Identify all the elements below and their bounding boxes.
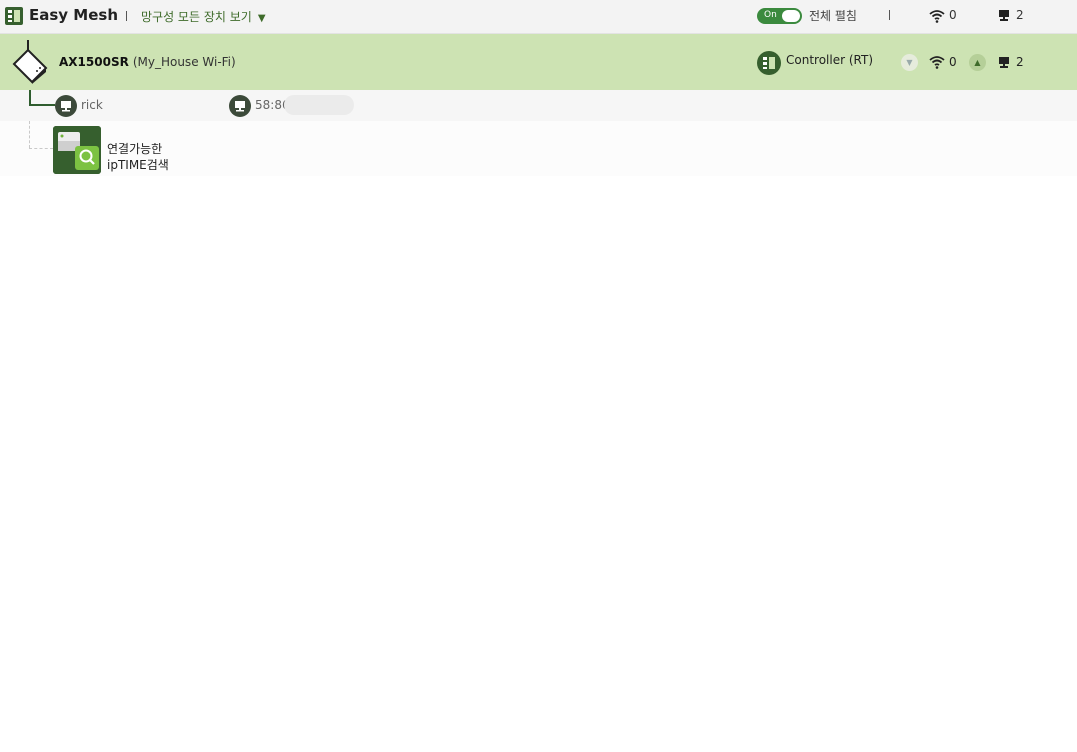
divider bbox=[889, 10, 890, 20]
search-icon[interactable] bbox=[53, 126, 101, 174]
top-bar: Easy Mesh 망구성 모든 장치 보기 ▼ On 전체 펼침 0 2 bbox=[0, 0, 1077, 34]
router-wifi-count: 0 bbox=[949, 55, 957, 69]
router-model: AX1500SR bbox=[59, 55, 129, 69]
expand-all-toggle[interactable]: On bbox=[757, 8, 802, 24]
client-row[interactable] bbox=[0, 90, 1077, 121]
search-available-iptime-button[interactable]: 연결가능한 ipTIME검색 bbox=[107, 141, 169, 173]
easymesh-logo-icon bbox=[5, 7, 23, 25]
toggle-knob bbox=[782, 10, 800, 22]
toggle-state-label: On bbox=[764, 10, 777, 20]
lan-icon bbox=[999, 57, 1009, 68]
search-label-line2: ipTIME검색 bbox=[107, 158, 169, 172]
tree-connector-dashed bbox=[29, 121, 30, 148]
tree-connector bbox=[29, 104, 55, 106]
wifi-icon bbox=[929, 10, 945, 23]
lan-icon bbox=[999, 10, 1009, 21]
divider bbox=[126, 11, 127, 21]
router-row[interactable]: AX1500SR (My_House Wi-Fi) Controller (RT)… bbox=[0, 34, 1077, 90]
router-lan-count: 2 bbox=[1016, 55, 1024, 69]
dropdown-arrow-icon: ▼ bbox=[257, 13, 266, 24]
controller-icon bbox=[757, 51, 781, 75]
router-role: Controller (RT) bbox=[786, 53, 873, 67]
pc-icon bbox=[229, 95, 251, 117]
client-name: rick bbox=[81, 98, 103, 112]
wifi-client-count: 0 bbox=[949, 8, 957, 22]
pc-icon bbox=[55, 95, 77, 117]
lan-client-count: 2 bbox=[1016, 8, 1024, 22]
collapse-arrow-icon[interactable]: ▼ bbox=[901, 54, 918, 71]
expand-arrow-icon[interactable]: ▲ bbox=[969, 54, 986, 71]
mac-redaction bbox=[284, 95, 354, 115]
view-all-devices-dropdown[interactable]: 망구성 모든 장치 보기 ▼ bbox=[141, 8, 266, 25]
app-title: Easy Mesh bbox=[29, 6, 119, 24]
expand-all-label: 전체 펼침 bbox=[809, 9, 857, 23]
search-label-line1: 연결가능한 bbox=[107, 142, 163, 156]
wifi-icon bbox=[929, 56, 945, 69]
tree-connector-dashed bbox=[29, 148, 53, 149]
view-dropdown-label: 망구성 모든 장치 보기 bbox=[141, 10, 252, 24]
router-icon bbox=[12, 40, 48, 84]
router-ssid: (My_House Wi-Fi) bbox=[132, 55, 236, 69]
router-name: AX1500SR (My_House Wi-Fi) bbox=[59, 55, 236, 69]
